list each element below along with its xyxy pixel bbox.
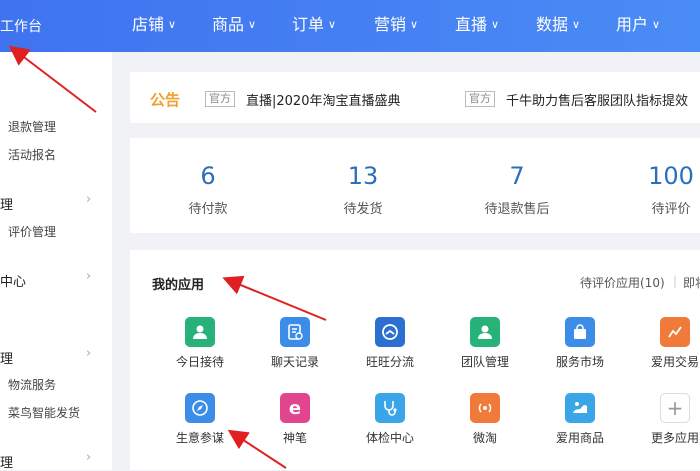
plus-icon[interactable]: +: [660, 393, 690, 423]
nav-data[interactable]: 数据 ∨: [536, 11, 581, 34]
official-tag: 官方: [205, 91, 235, 107]
notice-link[interactable]: 直播|2020年淘宝直播盛典: [246, 90, 400, 109]
nav-marketing[interactable]: 营销 ∨: [374, 11, 419, 34]
team-icon[interactable]: [470, 317, 500, 347]
nav-orders[interactable]: 订单 ∨: [292, 11, 337, 34]
goods-icon[interactable]: [565, 393, 595, 423]
nav-users[interactable]: 用户 ∨: [616, 11, 661, 34]
pending-refund-label: 待退款售后: [484, 202, 550, 217]
pending-review-count[interactable]: 100: [611, 162, 700, 190]
sidebar-item-activity[interactable]: 活动报名: [8, 146, 56, 163]
app-label[interactable]: 旺旺分流: [345, 353, 435, 370]
chevron-down-icon: ∨: [328, 18, 337, 31]
chat-record-icon[interactable]: [280, 317, 310, 347]
app-label[interactable]: 体检中心: [345, 429, 435, 446]
sidebar: 退款管理 活动报名 理 › 评价管理 中心 › 理 › 物流服务 菜鸟智能发货 …: [0, 52, 112, 471]
sidebar-item-logistics[interactable]: 物流服务: [8, 376, 56, 393]
broadcast-icon[interactable]: [470, 393, 500, 423]
my-apps-title: 我的应用: [152, 278, 205, 293]
pending-refund-count[interactable]: 7: [457, 162, 577, 190]
nav-live[interactable]: 直播 ∨: [455, 11, 500, 34]
chevron-down-icon: ∨: [248, 18, 257, 31]
sidebar-group-management[interactable]: 理: [0, 194, 13, 213]
pending-shipment-count[interactable]: 13: [303, 162, 423, 190]
app-label[interactable]: 爱用商品: [535, 429, 625, 446]
app-label[interactable]: 爱用交易: [630, 353, 700, 370]
workbench-title[interactable]: 工作台: [0, 16, 42, 36]
pending-review-label: 待评价: [651, 202, 691, 217]
pending-shipment-label: 待发货: [343, 202, 383, 217]
person-icon[interactable]: [185, 317, 215, 347]
upcoming-apps-link[interactable]: 即将: [683, 274, 700, 291]
pending-payment-count[interactable]: 6: [148, 162, 268, 190]
pen-icon[interactable]: e: [280, 393, 310, 423]
official-tag: 官方: [465, 91, 495, 107]
chevron-down-icon: ∨: [491, 18, 500, 31]
app-label[interactable]: 微淘: [440, 429, 530, 446]
chevron-right-icon[interactable]: ›: [86, 192, 91, 207]
notice-link[interactable]: 千牛助力售后客服团队指标提效: [506, 90, 688, 109]
compass-icon[interactable]: [185, 393, 215, 423]
app-label[interactable]: 生意参谋: [155, 429, 245, 446]
sidebar-group-more[interactable]: 理: [0, 452, 13, 471]
sidebar-group-logistics[interactable]: 理: [0, 348, 13, 367]
app-label[interactable]: 更多应用: [630, 429, 700, 446]
sidebar-item-refund[interactable]: 退款管理: [8, 118, 56, 135]
chevron-down-icon: ∨: [652, 18, 661, 31]
app-label[interactable]: 聊天记录: [250, 353, 340, 370]
app-label[interactable]: 团队管理: [440, 353, 530, 370]
chevron-down-icon: ∨: [168, 18, 177, 31]
pending-apps-link[interactable]: 待评价应用(10): [580, 274, 665, 291]
sidebar-item-cainiao[interactable]: 菜鸟智能发货: [8, 404, 80, 421]
nav-goods[interactable]: 商品 ∨: [212, 11, 257, 34]
divider: |: [673, 274, 678, 288]
sidebar-item-reviews[interactable]: 评价管理: [8, 223, 56, 240]
chevron-right-icon[interactable]: ›: [86, 346, 91, 361]
nav-shop[interactable]: 店铺 ∨: [132, 11, 177, 34]
shop-bag-icon[interactable]: [565, 317, 595, 347]
sidebar-group-center[interactable]: 中心: [0, 271, 26, 290]
chevron-down-icon: ∨: [410, 18, 419, 31]
split-icon[interactable]: [375, 317, 405, 347]
top-nav-bar: 工作台 店铺 ∨ 商品 ∨ 订单 ∨ 营销 ∨ 直播 ∨ 数据 ∨ 用户 ∨: [0, 0, 700, 52]
app-label[interactable]: 神笔: [250, 429, 340, 446]
chevron-right-icon[interactable]: ›: [86, 269, 91, 284]
chevron-right-icon[interactable]: ›: [86, 450, 91, 465]
app-label[interactable]: 服务市场: [535, 353, 625, 370]
trade-icon[interactable]: [660, 317, 690, 347]
notice-label: 公告: [150, 91, 181, 109]
chevron-down-icon: ∨: [572, 18, 581, 31]
app-label[interactable]: 今日接待: [155, 353, 245, 370]
stethoscope-icon[interactable]: [375, 393, 405, 423]
pending-payment-label: 待付款: [188, 202, 228, 217]
